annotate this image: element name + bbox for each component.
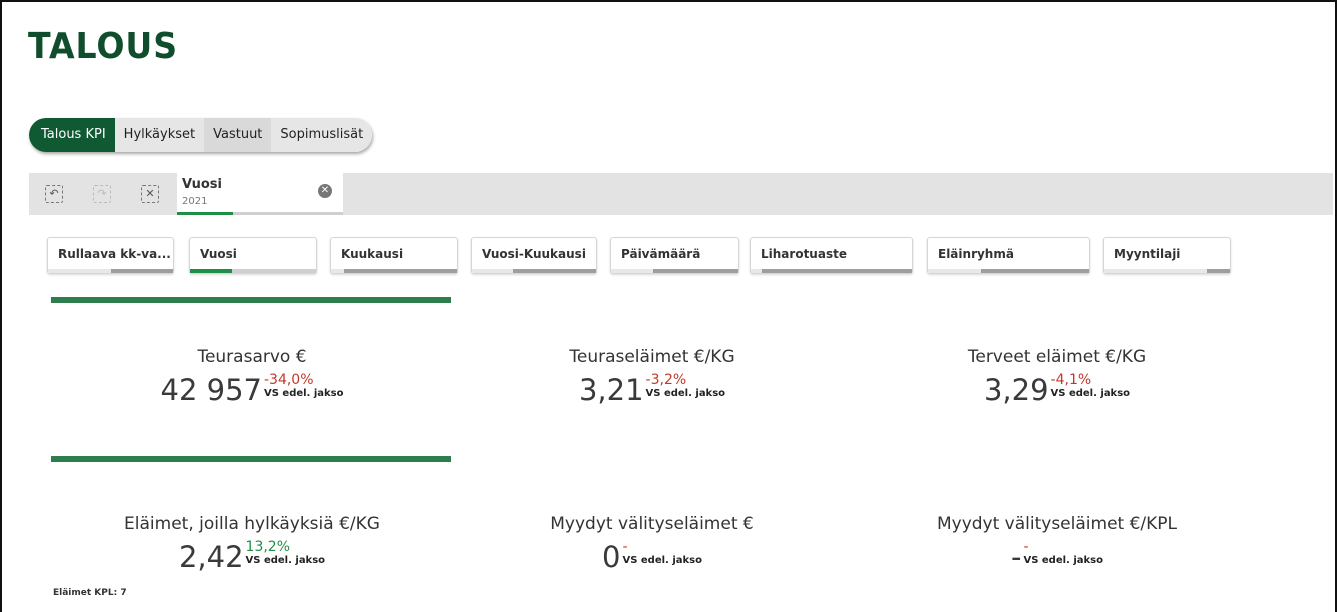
selection-chip-value: 2021: [182, 196, 208, 207]
tab-sopimuslisat[interactable]: Sopimuslisät: [271, 118, 373, 152]
filter-state-bar: [472, 269, 596, 273]
kpi-vs-label: VS edel. jakso: [245, 555, 326, 566]
kpi-hylkayksia: Eläimet, joilla hylkäyksiä €/KG 2,42 13,2…: [57, 514, 447, 574]
animal-count-note: Eläimet KPL: 7: [53, 588, 127, 598]
filter-state-bar: [751, 269, 912, 273]
kpi-title: Eläimet, joilla hylkäyksiä €/KG: [124, 514, 380, 534]
selection-chip-label: Vuosi: [182, 177, 222, 192]
selections-bar: ↶ ↷ ✕ Vuosi 2021 ✕: [29, 173, 1333, 215]
kpi-delta: -: [1023, 539, 1029, 555]
kpi-myydyt-valityselaimet-kpl: Myydyt välityseläimet €/KPL - - VS edel. j…: [882, 514, 1232, 574]
filter-label: Päivämäärä: [621, 247, 701, 261]
filter-paivamaara[interactable]: Päivämäärä: [610, 237, 739, 274]
kpi-title: Myydyt välityseläimet €: [550, 514, 754, 534]
filter-liharotuaste[interactable]: Liharotuaste: [750, 237, 913, 274]
filter-myyntilaji[interactable]: Myyntilaji: [1103, 237, 1231, 274]
kpi-value: -: [1011, 540, 1022, 574]
filter-label: Rullaava kk-va...: [58, 247, 171, 261]
selection-chip-vuosi[interactable]: Vuosi 2021 ✕: [177, 173, 343, 215]
kpi-vs-label: VS edel. jakso: [645, 388, 726, 399]
filter-state-bar: [48, 269, 173, 273]
close-icon[interactable]: ✕: [318, 184, 332, 198]
step-forward-icon[interactable]: ↷: [93, 185, 111, 203]
kpi-value: 3,21: [578, 373, 644, 407]
filter-kuukausi[interactable]: Kuukausi: [330, 237, 458, 274]
filter-state-bar: [611, 269, 738, 273]
kpi-vs-label: VS edel. jakso: [1050, 388, 1131, 399]
filter-label: Liharotuaste: [761, 247, 847, 261]
kpi-value: 0: [602, 540, 621, 574]
tab-hylkaykset[interactable]: Hylkäykset: [114, 118, 205, 152]
filter-rullaava[interactable]: Rullaava kk-va...: [47, 237, 174, 274]
kpi-value: 42 957: [160, 373, 262, 407]
kpi-myydyt-valityselaimet: Myydyt välityseläimet € 0- VS edel. jakso: [477, 514, 827, 574]
selection-progress: [177, 212, 343, 215]
kpi-teuraselaimet: Teuraseläimet €/KG 3,21 -3,2% VS edel. jak…: [477, 347, 827, 407]
kpi-title: Myydyt välityseläimet €/KPL: [936, 514, 1178, 534]
kpi-vs-label: VS edel. jakso: [1023, 555, 1103, 566]
step-back-icon[interactable]: ↶: [45, 185, 63, 203]
kpi-row-divider: [51, 456, 451, 462]
filter-state-bar: [1104, 269, 1230, 273]
kpi-title: Terveet eläimet €/KG: [967, 347, 1147, 367]
filter-elainryhma[interactable]: Eläinryhmä: [927, 237, 1090, 274]
kpi-delta: -34,0%: [263, 372, 314, 388]
filter-label: Kuukausi: [341, 247, 404, 261]
filter-label: Vuosi-Kuukausi: [482, 247, 586, 261]
kpi-value: 3,29: [983, 373, 1049, 407]
filter-vuosi-kuukausi[interactable]: Vuosi-Kuukausi: [471, 237, 597, 274]
app-frame: TALOUS Talous KPI Hylkäykset Vastuut Sop…: [0, 0, 1337, 612]
filter-label: Myyntilaji: [1114, 247, 1181, 261]
kpi-teurasarvo: Teurasarvo € 42 957 -34,0% VS edel. jakso: [77, 347, 427, 407]
kpi-delta: -3,2%: [645, 372, 687, 388]
kpi-terveet-elaimet: Terveet eläimet €/KG 3,29 -4,1% VS edel. j…: [882, 347, 1232, 407]
sheet-tabs: Talous KPI Hylkäykset Vastuut Sopimuslis…: [29, 118, 373, 152]
kpi-row-divider: [51, 297, 451, 303]
kpi-value: 2,42: [178, 540, 244, 574]
page-title: TALOUS: [28, 26, 179, 67]
kpi-delta: -4,1%: [1050, 372, 1092, 388]
kpi-title: Teurasarvo €: [197, 347, 307, 367]
kpi-title: Teuraseläimet €/KG: [569, 347, 735, 367]
kpi-delta: -: [622, 539, 628, 555]
filter-state-bar: [928, 269, 1089, 273]
kpi-vs-label: VS edel. jakso: [622, 555, 702, 566]
filter-label: Vuosi: [200, 247, 237, 261]
filter-vuosi[interactable]: Vuosi: [189, 237, 317, 274]
kpi-vs-label: VS edel. jakso: [263, 388, 344, 399]
filter-state-bar: [331, 269, 457, 273]
tab-talous-kpi[interactable]: Talous KPI: [29, 118, 115, 152]
tab-vastuut[interactable]: Vastuut: [204, 118, 272, 152]
filter-state-bar: [190, 269, 316, 273]
filter-label: Eläinryhmä: [938, 247, 1014, 261]
kpi-delta: 13,2%: [245, 539, 291, 555]
clear-all-icon[interactable]: ✕: [141, 185, 159, 203]
